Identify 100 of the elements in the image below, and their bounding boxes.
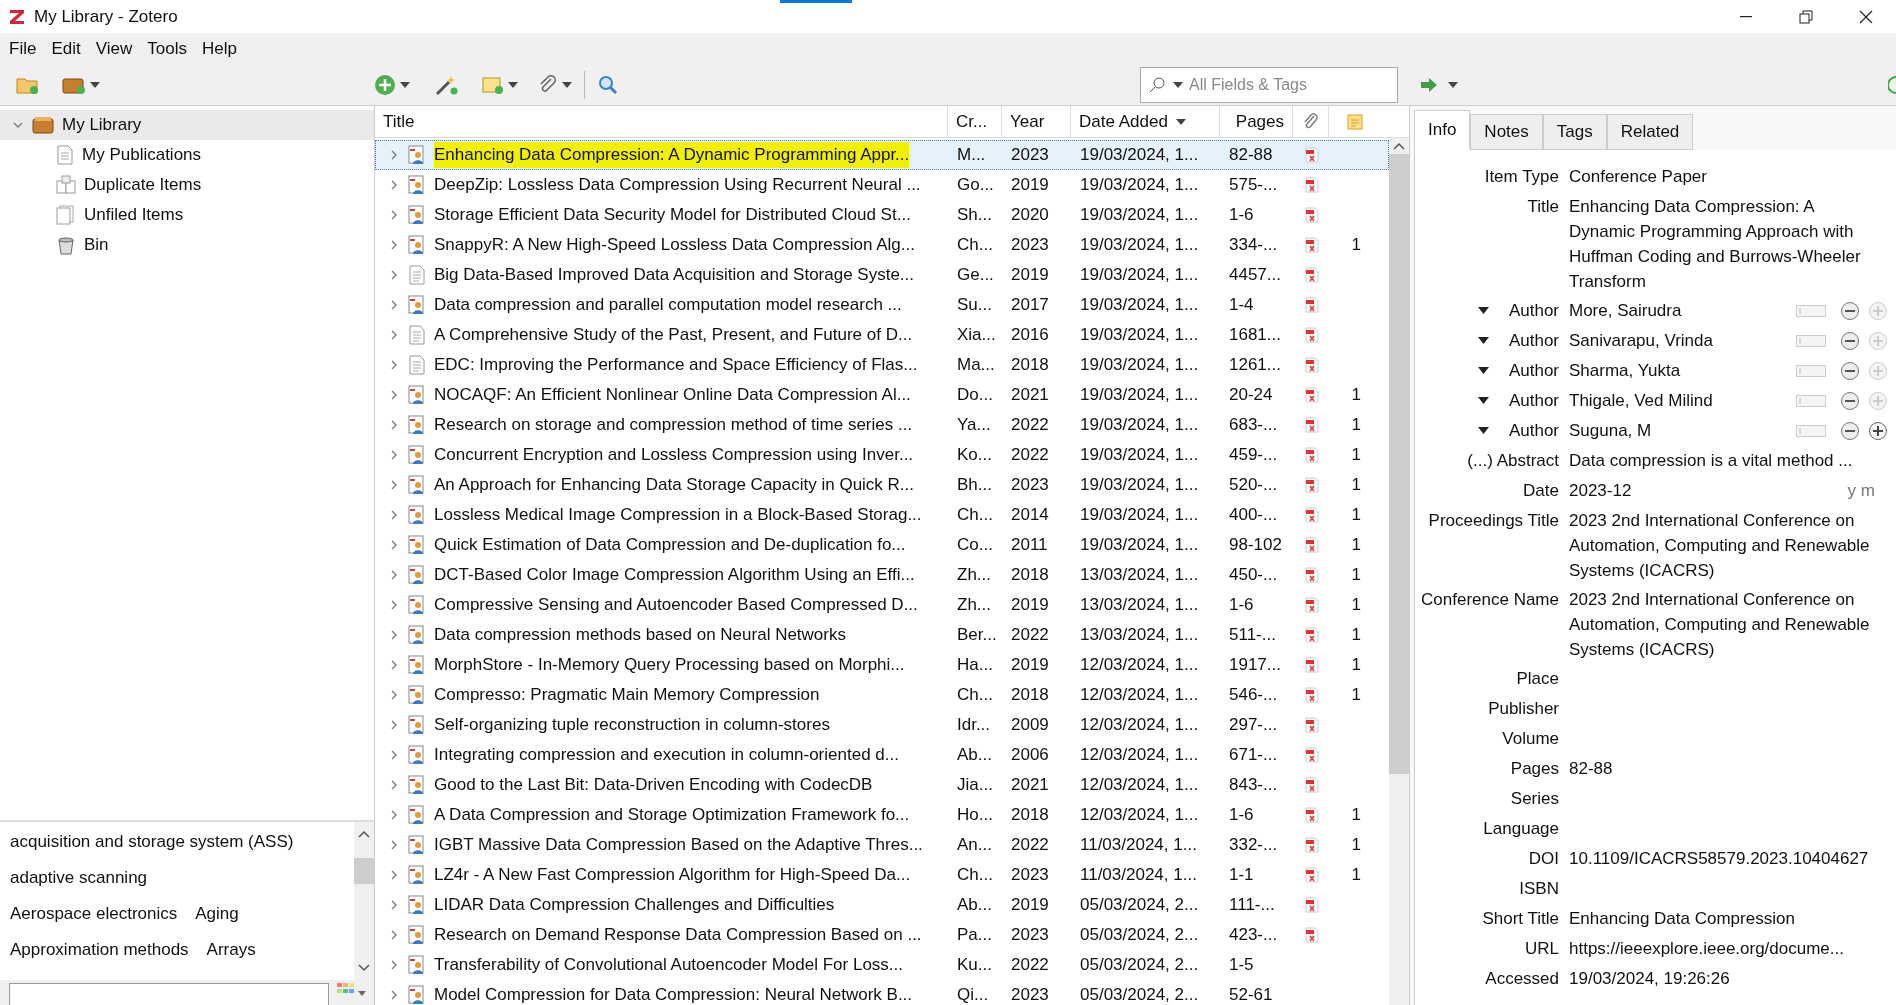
column-header[interactable]: Cr...	[948, 106, 1002, 137]
author-name[interactable]: More, Sairudra	[1569, 298, 1796, 323]
search-bar[interactable]: All Fields & Tags	[1140, 66, 1398, 103]
collection-item[interactable]: My Publications	[82, 142, 202, 168]
field-mode-icon[interactable]	[1796, 424, 1826, 437]
tag-item[interactable]: Approximation methods	[10, 936, 189, 963]
field-value[interactable]: 82-88	[1569, 756, 1875, 781]
collection-item[interactable]: Bin	[84, 232, 109, 258]
table-row[interactable]: Lossless Medical Image Compression in a Block-Based Storag... Ch... 2014 19/03/2024, 1... 400-... 1	[375, 500, 1389, 530]
minus-icon[interactable]	[1840, 420, 1860, 441]
menu-item[interactable]: View	[88, 35, 140, 62]
scroll-down-icon[interactable]	[358, 964, 370, 972]
table-row[interactable]: Compresso: Pragmatic Main Memory Compression Ch... 2018 12/03/2024, 1... 546-... 1	[375, 680, 1389, 710]
column-header[interactable]: Pages	[1220, 106, 1293, 137]
scrollbar[interactable]	[354, 822, 374, 980]
column-header[interactable]: Date Added	[1071, 106, 1220, 137]
field-value[interactable]: 10.1109/ICACRS58579.2023.10404627	[1569, 846, 1875, 871]
tab[interactable]: Related	[1606, 114, 1694, 150]
table-row[interactable]: Research on Demand Response Data Compression Based on ... Pa... 2023 05/03/2024, 2... 423-...	[375, 920, 1389, 950]
field-value[interactable]: 2023-12	[1569, 478, 1848, 503]
tab[interactable]: Notes	[1470, 114, 1543, 150]
scrollbar-thumb[interactable]	[354, 858, 374, 884]
tag-item[interactable]: Aging	[195, 900, 239, 927]
search-field[interactable]: All Fields & Tags	[1189, 72, 1379, 97]
tag-filter-field[interactable]	[9, 983, 329, 1005]
triangle-down-icon[interactable]	[1477, 427, 1489, 434]
menu-item[interactable]: Edit	[44, 35, 88, 62]
table-row[interactable]: An Approach for Enhancing Data Storage Capacity in Quick R... Bh... 2023 19/03/2024, 1... 520-... 1	[375, 470, 1389, 500]
triangle-down-icon[interactable]	[1477, 397, 1489, 404]
tab[interactable]: Tags	[1542, 114, 1607, 150]
minus-icon[interactable]	[1840, 360, 1860, 381]
collection-item[interactable]: Unfiled Items	[84, 202, 184, 228]
field-value[interactable]: Enhancing Data Compression	[1569, 906, 1875, 931]
column-header[interactable]: Year	[1002, 106, 1071, 137]
table-row[interactable]: A Comprehensive Study of the Past, Present, and Future of D... Xia... 2016 19/03/2024, 1... 1681...	[375, 320, 1389, 350]
table-row[interactable]: MorphStore - In-Memory Query Processing based on Morphi... Ha... 2019 12/03/2024, 1... 1917... 1	[375, 650, 1389, 680]
minus-icon[interactable]	[1840, 390, 1860, 411]
minus-icon[interactable]	[1840, 330, 1860, 351]
tag-item[interactable]: Arrays	[206, 936, 256, 963]
field-value[interactable]: 19/03/2024, 19:26:26	[1569, 966, 1875, 991]
table-row[interactable]: A Data Compression and Storage Optimization Framework fo... Ho... 2018 12/03/2024, 1... 1-6 1	[375, 800, 1389, 830]
table-row[interactable]: Good to the Last Bit: Data-Driven Encoding with CodecDB Jia... 2021 12/03/2024, 1... 843-...	[375, 770, 1389, 800]
field-value[interactable]: https://ieeexplore.ieee.org/docume...	[1569, 936, 1875, 961]
tab[interactable]: Info	[1414, 110, 1471, 150]
author-name[interactable]: Sharma, Yukta	[1569, 358, 1796, 383]
author-name[interactable]: Sanivarapu, Vrinda	[1569, 328, 1796, 353]
scrollbar[interactable]	[1389, 138, 1409, 1005]
year-cell-text: 2018	[1010, 564, 1050, 587]
menu-item[interactable]: Help	[194, 35, 244, 62]
table-row[interactable]: Integrating compression and execution in column-oriented d... Ab... 2006 12/03/2024, 1... 671-...	[375, 740, 1389, 770]
field-mode-icon[interactable]	[1796, 364, 1826, 377]
table-row[interactable]: Self-organizing tuple reconstruction in column-stores Idr... 2009 12/03/2024, 1... 297-...	[375, 710, 1389, 740]
author-name[interactable]: Thigale, Ved Milind	[1569, 388, 1796, 413]
triangle-down-icon[interactable]	[1477, 367, 1489, 374]
date-cell-text: 12/03/2024, 1...	[1079, 744, 1200, 767]
field-value[interactable]: Data compression is a vital method ...	[1569, 448, 1875, 473]
table-row[interactable]: SnappyR: A New High-Speed Lossless Data Compression Alg... Ch... 2023 19/03/2024, 1... 334-... 1	[375, 230, 1389, 260]
plus-icon[interactable]	[1868, 420, 1888, 441]
table-row[interactable]: DeepZip: Lossless Data Compression Using Recurrent Neural ... Go... 2019 19/03/2024, 1... 575-...	[375, 170, 1389, 200]
triangle-down-icon[interactable]	[1477, 307, 1489, 314]
tag-item[interactable]: Aerospace electronics	[10, 900, 178, 927]
field-value[interactable]: 2023 2nd International Conference on Automation, Computing and Renewable Systems (ICACRS)	[1569, 508, 1875, 583]
menu-item[interactable]: Tools	[140, 35, 194, 62]
field-value[interactable]: Conference Paper	[1569, 164, 1875, 189]
table-row[interactable]: Storage Efficient Data Security Model for Distributed Cloud St... Sh... 2020 19/03/2024, 1... 1-6	[375, 200, 1389, 230]
table-row[interactable]: Quick Estimation of Data Compression and De-duplication fo... Co... 2011 19/03/2024, 1... 98-102 1	[375, 530, 1389, 560]
year-cell-text: 2022	[1010, 444, 1050, 467]
triangle-down-icon[interactable]	[1477, 337, 1489, 344]
table-row[interactable]: Enhancing Data Compression: A Dynamic Programming Appr... M... 2023 19/03/2024, 1... 82-88	[375, 140, 1389, 170]
table-row[interactable]: Big Data-Based Improved Data Acquisition and Storage Syste... Ge... 2019 19/03/2024, 1... 4457...	[375, 260, 1389, 290]
table-row[interactable]: Model Compression for Data Compression: Neural Network B... Qi... 2023 05/03/2024, 2... 52-61	[375, 980, 1389, 1005]
field-mode-icon[interactable]	[1796, 334, 1826, 347]
table-row[interactable]: Compressive Sensing and Autoencoder Based Compressed D... Zh... 2019 13/03/2024, 1... 1-6 1	[375, 590, 1389, 620]
minus-icon[interactable]	[1840, 300, 1860, 321]
table-row[interactable]: LIDAR Data Compression Challenges and Difficulties Ab... 2019 05/03/2024, 2... 111-...	[375, 890, 1389, 920]
table-row[interactable]: EDC: Improving the Performance and Space Efficiency of Flas... Ma... 2018 19/03/2024, 1... 1261...	[375, 350, 1389, 380]
table-row[interactable]: LZ4r - A New Fast Compression Algorithm for High-Speed Da... Ch... 2023 11/03/2024, 1... 1-1 1	[375, 860, 1389, 890]
table-row[interactable]: Research on storage and compression method of time series ... Ya... 2022 19/03/2024, 1... 683-... 1	[375, 410, 1389, 440]
author-name[interactable]: Suguna, M	[1569, 418, 1796, 443]
collection-item[interactable]: My Library	[62, 112, 142, 138]
scrollbar-thumb[interactable]	[1389, 154, 1409, 774]
scroll-up-icon[interactable]	[358, 830, 370, 838]
scroll-up-icon[interactable]	[1393, 142, 1405, 150]
field-mode-icon[interactable]	[1796, 304, 1826, 317]
tag-item[interactable]: adaptive scanning	[10, 864, 148, 891]
field-value[interactable]: Enhancing Data Compression: A Dynamic Programming Approach with Huffman Coding and Burrows-Wheeler Transform	[1569, 194, 1875, 294]
table-row[interactable]: Concurrent Encryption and Lossless Compression using Inver... Ko... 2022 19/03/2024, 1... 459-... 1	[375, 440, 1389, 470]
table-row[interactable]: Data compression and parallel computation model research ... Su... 2017 19/03/2024, 1... 1-4	[375, 290, 1389, 320]
table-row[interactable]: DCT-Based Color Image Compression Algorithm Using an Effi... Zh... 2018 13/03/2024, 1... 450-... 1	[375, 560, 1389, 590]
creator-cell-text: Pa...	[956, 924, 993, 947]
tag-item[interactable]: acquisition and storage system (ASS)	[10, 828, 294, 855]
menu-item[interactable]: File	[2, 35, 44, 62]
table-row[interactable]: IGBT Massive Data Compression Based on the Adaptive Thres... An... 2022 11/03/2024, 1... 332-... 1	[375, 830, 1389, 860]
table-row[interactable]: Transferability of Convolutional Autoencoder Model For Loss... Ku... 2022 05/03/2024, 2... 1-5	[375, 950, 1389, 980]
table-row[interactable]: Data compression methods based on Neural Networks Ber... 2022 13/03/2024, 1... 511-... 1	[375, 620, 1389, 650]
table-row[interactable]: NOCAQF: An Efficient Nonlinear Online Data Compression Al... Do... 2021 19/03/2024, 1... 20-24 1	[375, 380, 1389, 410]
field-value[interactable]: 2023 2nd International Conference on Automation, Computing and Renewable Systems (ICACRS)	[1569, 587, 1875, 662]
field-mode-icon[interactable]	[1796, 394, 1826, 407]
collection-item[interactable]: Duplicate Items	[84, 172, 202, 198]
column-header[interactable]: Title	[375, 106, 948, 137]
